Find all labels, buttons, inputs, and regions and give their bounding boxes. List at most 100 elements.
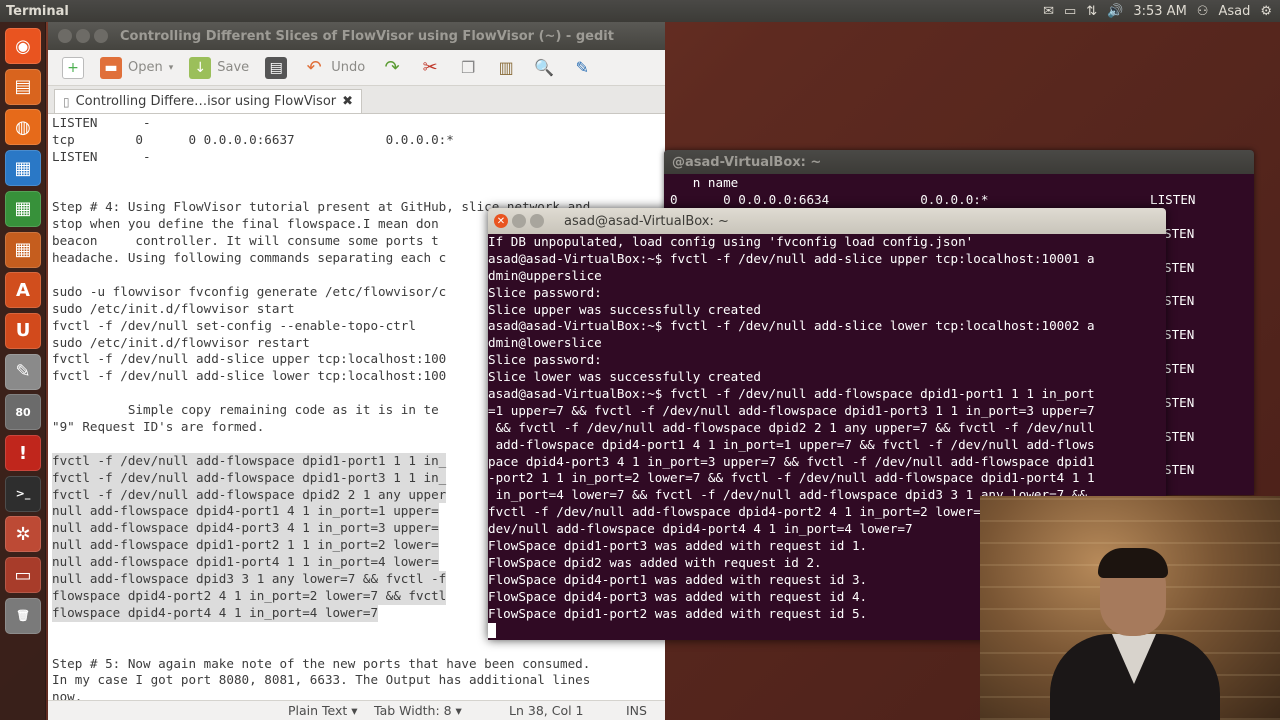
editor-line: LISTEN - (52, 115, 151, 130)
editor-line: flowspace dpid4-port2 4 1 in_port=2 lowe… (52, 587, 447, 605)
mail-icon[interactable]: ✉ (1043, 4, 1054, 19)
terminal-back-output: n name 0 0 0.0.0.0:6634 0.0.0.0:* LISTEN ST… (664, 174, 1254, 477)
terminal-line: Slice password: (488, 284, 602, 300)
minimize-icon[interactable] (76, 29, 90, 43)
scissors-icon: ✂ (422, 57, 438, 78)
gear-icon[interactable]: ⚙ (1260, 4, 1272, 19)
launcher-trash-icon[interactable]: 🗑 (5, 597, 41, 634)
cursor-position: Ln 38, Col 1 (509, 703, 584, 718)
launcher-calc-icon[interactable]: ▦ (5, 190, 41, 227)
maximize-icon[interactable] (530, 214, 544, 228)
terminal-front-titlebar[interactable]: ✕ asad@asad-VirtualBox: ~ (488, 208, 1166, 234)
launcher-alert-icon[interactable]: ! (5, 435, 41, 471)
terminal-line: asad@asad-VirtualBox:~$ fvctl -f /dev/nu… (488, 250, 1095, 266)
webcam-overlay (980, 496, 1280, 720)
editor-line: now. (52, 689, 83, 700)
close-tab-icon[interactable]: ✖ (342, 94, 353, 109)
terminal-front-title: asad@asad-VirtualBox: ~ (564, 213, 729, 229)
terminal-back-title: @asad-VirtualBox: ~ (672, 154, 822, 170)
launcher-ubuntu-one-icon[interactable]: U (5, 312, 41, 349)
document-icon: ▯ (63, 94, 70, 109)
paste-button[interactable]: ▥ (489, 53, 523, 83)
launcher-text-editor-icon[interactable]: ✎ (5, 353, 41, 390)
terminal-line: add-flowspace dpid4-port1 4 1 in_port=1 … (488, 436, 1095, 452)
launcher: ◉ ▤ ◍ ▦ ▦ ▦ A U ✎ 80! >_ ✲ ▭ 🗑 (0, 22, 46, 720)
launcher-software-center-icon[interactable]: A (5, 272, 41, 309)
launcher-updates-icon[interactable]: 80 (5, 394, 41, 431)
new-button[interactable]: + (56, 53, 90, 83)
terminal-line: pace dpid4-port3 4 1 in_port=3 upper=7 &… (488, 453, 1095, 469)
print-button[interactable]: ▤ (259, 53, 293, 83)
new-document-icon: + (62, 56, 84, 79)
editor-line: LISTEN - (52, 148, 151, 164)
terminal-back-line: n name (670, 175, 739, 190)
maximize-icon[interactable] (94, 29, 108, 43)
gedit-titlebar[interactable]: Controlling Different Slices of FlowViso… (48, 22, 665, 50)
terminal-line: dmin@lowerslice (488, 335, 602, 351)
cut-button[interactable]: ✂ (413, 53, 447, 83)
terminal-line: dmin@upperslice (488, 267, 602, 283)
find-replace-icon: ✎ (575, 58, 589, 77)
gedit-toolbar: + ▬ Open ▾ ↓ Save ▤ ↶ Undo ↷ ✂ ❐ ▥ 🔍 ✎ (48, 50, 665, 86)
terminal-line: Slice password: (488, 352, 602, 368)
save-label: Save (217, 60, 250, 75)
launcher-dash-home-icon[interactable]: ◉ (5, 28, 41, 64)
user-name[interactable]: Asad (1218, 4, 1250, 19)
window-controls (58, 29, 108, 43)
find-button[interactable]: 🔍 (527, 53, 561, 83)
launcher-workspace-icon[interactable]: ▭ (5, 557, 41, 594)
chevron-down-icon[interactable]: ▾ (169, 63, 174, 73)
terminal-back-listen: STEN (1164, 225, 1195, 241)
launcher-writer-icon[interactable]: ▦ (5, 150, 41, 187)
clock[interactable]: 3:53 AM (1133, 4, 1186, 19)
search-icon: 🔍 (534, 58, 555, 77)
user-icon: ⚇ (1196, 3, 1209, 19)
editor-line: flowspace dpid4-port4 4 1 in_port=4 lowe… (52, 604, 379, 622)
open-label: Open (128, 60, 163, 75)
copy-button[interactable]: ❐ (451, 53, 485, 83)
redo-icon: ↷ (384, 57, 400, 78)
volume-icon[interactable]: 🔊 (1107, 4, 1123, 19)
redo-button[interactable]: ↷ (375, 53, 409, 83)
gedit-tab-bar: ▯ Controlling Differe…isor using FlowVis… (48, 86, 665, 114)
tab-label: Controlling Differe…isor using FlowVisor (75, 94, 337, 109)
terminal-back-listen: STEN (1164, 259, 1195, 275)
battery-icon[interactable]: ▭ (1064, 4, 1076, 19)
network-icon[interactable]: ⇅ (1086, 4, 1097, 19)
save-button[interactable]: ↓ Save (183, 53, 255, 83)
undo-icon: ↶ (306, 57, 322, 78)
undo-button[interactable]: ↶ Undo (297, 53, 371, 83)
editor-line: null add-flowspace dpid4-port3 4 1 in_po… (52, 520, 439, 538)
tab-width-selector[interactable]: Tab Width: 8 ▾ (374, 703, 462, 718)
system-tray: ✉ ▭ ⇅ 🔊 3:53 AM ⚇ Asad ⚙ (1043, 4, 1280, 19)
editor-line: Step # 5: Now again make note of the new… (52, 655, 591, 671)
terminal-back-listen: STEN (1164, 361, 1195, 376)
minimize-icon[interactable] (512, 214, 526, 228)
terminal-back-titlebar[interactable]: @asad-VirtualBox: ~ (664, 150, 1254, 174)
gedit-window-title: Controlling Different Slices of FlowViso… (120, 28, 614, 44)
terminal-back-listen: STEN (1164, 428, 1195, 444)
close-icon[interactable]: ✕ (494, 214, 508, 228)
terminal-line: asad@asad-VirtualBox:~$ fvctl -f /dev/nu… (488, 318, 1095, 334)
terminal-back-listen: LISTEN (1150, 192, 1196, 207)
open-button[interactable]: ▬ Open ▾ (94, 53, 179, 83)
terminal-back-listen: STEN (1164, 327, 1195, 343)
language-selector[interactable]: Plain Text ▾ (288, 703, 358, 718)
document-tab[interactable]: ▯ Controlling Differe…isor using FlowVis… (54, 89, 363, 113)
terminal-line: =1 upper=7 && fvctl -f /dev/null add-flo… (488, 402, 1095, 418)
editor-line: null add-flowspace dpid3 3 1 any lower=7… (52, 571, 447, 588)
launcher-impress-icon[interactable]: ▦ (5, 231, 41, 268)
replace-button[interactable]: ✎ (565, 53, 599, 83)
launcher-firefox-icon[interactable]: ◍ (5, 109, 41, 146)
launcher-terminal-icon[interactable]: >_ (5, 475, 41, 512)
launcher-system-settings-icon[interactable]: ✲ (5, 516, 41, 553)
terminal-line: Slice lower was successfully created (488, 369, 761, 385)
insert-mode: INS (626, 703, 647, 718)
terminal-line: && fvctl -f /dev/null add-flowspace dpid… (488, 419, 1095, 435)
close-icon[interactable] (58, 29, 72, 43)
launcher-files-icon[interactable]: ▤ (5, 68, 41, 105)
top-panel: Terminal ✉ ▭ ⇅ 🔊 3:53 AM ⚇ Asad ⚙ (0, 0, 1280, 22)
folder-icon: ▬ (100, 56, 122, 79)
undo-label: Undo (331, 60, 366, 75)
